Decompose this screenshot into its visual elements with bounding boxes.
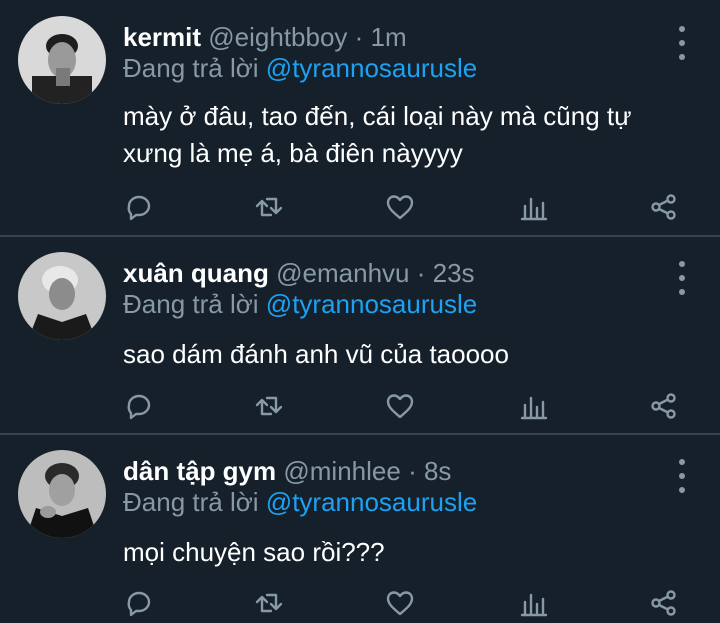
- analytics-icon[interactable]: [518, 587, 550, 619]
- retweet-icon[interactable]: [253, 390, 285, 422]
- reply-icon[interactable]: [123, 587, 155, 619]
- tweet-actions: [123, 587, 683, 619]
- user-handle[interactable]: @minhlee: [283, 456, 400, 486]
- display-name[interactable]: dân tập gym: [123, 456, 276, 486]
- avatar[interactable]: [18, 450, 106, 538]
- retweet-icon[interactable]: [253, 587, 285, 619]
- replying-to-label: Đang trả lời: [123, 289, 259, 319]
- tweet[interactable]: dân tập gym @minhlee · 8s Đang trả lời @…: [0, 434, 720, 623]
- mention-link[interactable]: @tyrannosaurusle: [266, 487, 477, 517]
- more-icon[interactable]: [672, 261, 692, 295]
- replying-to-label: Đang trả lời: [123, 53, 259, 83]
- like-icon[interactable]: [384, 390, 416, 422]
- like-icon[interactable]: [384, 587, 416, 619]
- more-icon[interactable]: [672, 459, 692, 493]
- analytics-icon[interactable]: [518, 390, 550, 422]
- replying-to: Đang trả lời @tyrannosaurusle: [123, 53, 477, 83]
- mention-link[interactable]: @tyrannosaurusle: [266, 53, 477, 83]
- tweet-actions: [123, 390, 683, 422]
- tweet-text: sao dám đánh anh vũ của taoooo: [123, 339, 509, 369]
- tweet-header: kermit @eightbboy · 1m: [123, 22, 407, 52]
- reply-feed: kermit @eightbboy · 1m Đang trả lời @tyr…: [0, 0, 720, 623]
- like-icon[interactable]: [384, 191, 416, 223]
- tweet-text: mọi chuyện sao rồi???: [123, 537, 385, 567]
- reply-icon[interactable]: [123, 191, 155, 223]
- replying-to: Đang trả lời @tyrannosaurusle: [123, 289, 477, 319]
- share-icon[interactable]: [648, 587, 680, 619]
- analytics-icon[interactable]: [518, 191, 550, 223]
- display-name[interactable]: kermit: [123, 22, 201, 52]
- avatar[interactable]: [18, 16, 106, 104]
- display-name[interactable]: xuân quang: [123, 258, 269, 288]
- tweet-header: dân tập gym @minhlee · 8s: [123, 456, 451, 486]
- tweet-header: xuân quang @emanhvu · 23s: [123, 258, 475, 288]
- more-icon[interactable]: [672, 26, 692, 60]
- tweet-actions: [123, 191, 683, 223]
- user-handle[interactable]: @eightbboy: [208, 22, 347, 52]
- mention-link[interactable]: @tyrannosaurusle: [266, 289, 477, 319]
- tweet[interactable]: kermit @eightbboy · 1m Đang trả lời @tyr…: [0, 0, 720, 236]
- timestamp[interactable]: · 8s: [408, 456, 451, 486]
- timestamp[interactable]: · 23s: [417, 258, 475, 288]
- share-icon[interactable]: [648, 390, 680, 422]
- reply-icon[interactable]: [123, 390, 155, 422]
- share-icon[interactable]: [648, 191, 680, 223]
- replying-to-label: Đang trả lời: [123, 487, 259, 517]
- tweet[interactable]: xuân quang @emanhvu · 23s Đang trả lời @…: [0, 236, 720, 434]
- avatar[interactable]: [18, 252, 106, 340]
- timestamp[interactable]: · 1m: [355, 22, 407, 52]
- tweet-text: mày ở đâu, tao đến, cái loại này mà cũng…: [123, 101, 632, 168]
- user-handle[interactable]: @emanhvu: [276, 258, 409, 288]
- retweet-icon[interactable]: [253, 191, 285, 223]
- replying-to: Đang trả lời @tyrannosaurusle: [123, 487, 477, 517]
